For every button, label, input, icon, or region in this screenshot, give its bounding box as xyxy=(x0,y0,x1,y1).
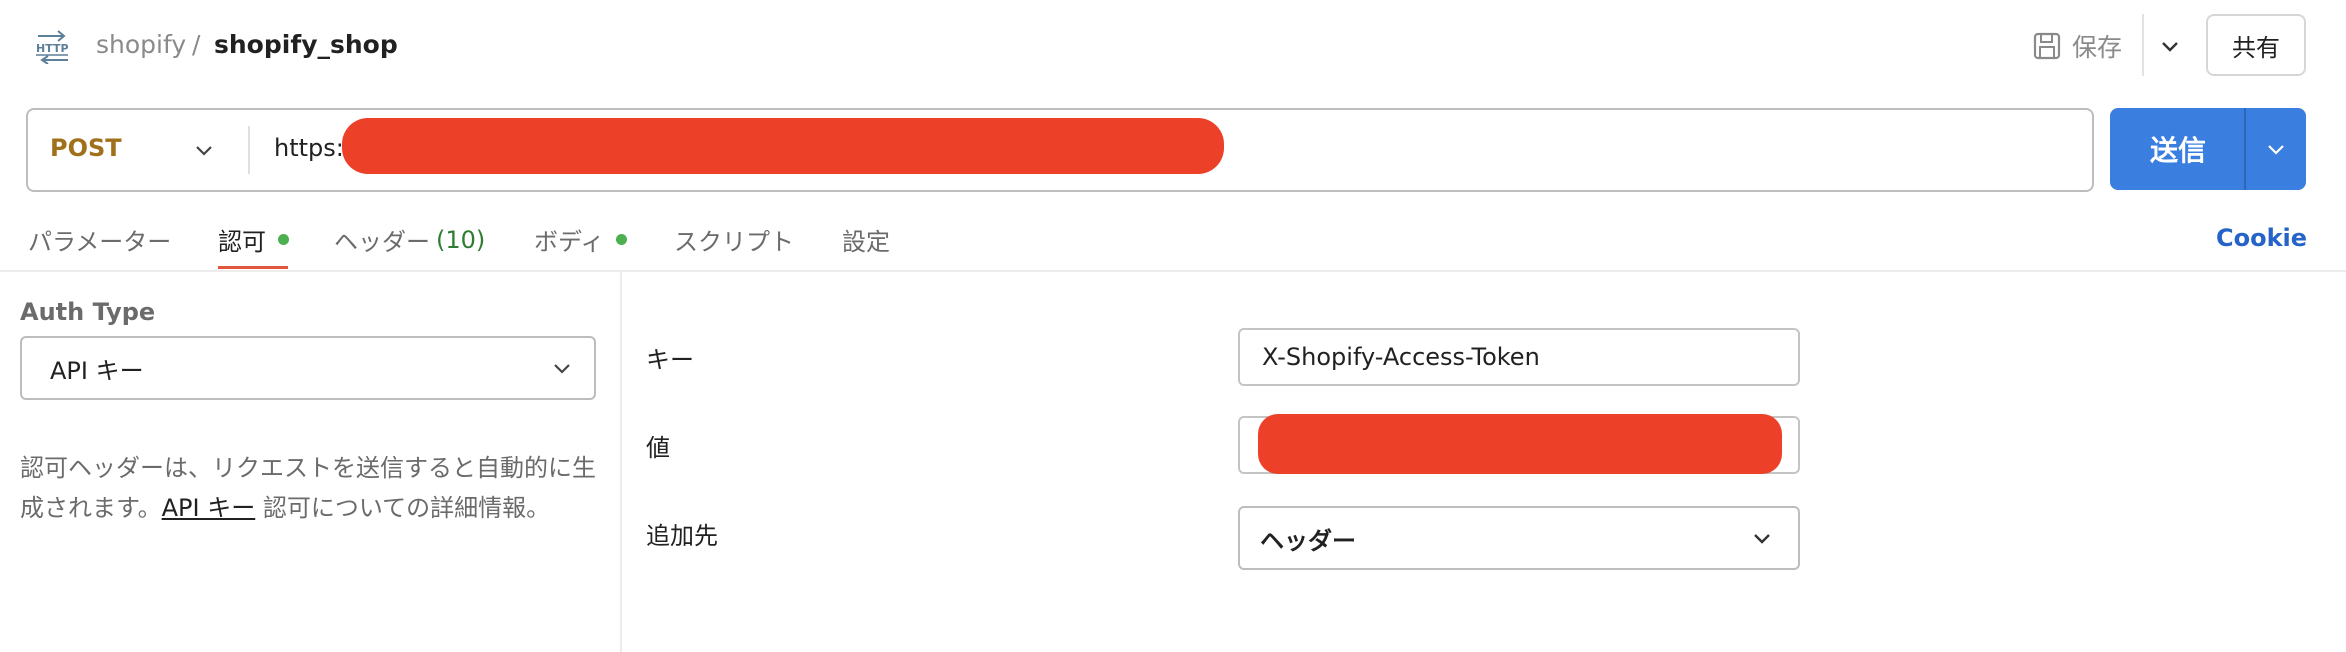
tab-auth[interactable]: 認可 xyxy=(218,222,289,257)
auth-type-value: API キー xyxy=(50,356,144,385)
method-select[interactable]: POST xyxy=(50,134,122,162)
auth-type-select[interactable]: API キー xyxy=(20,336,596,400)
breadcrumb-separator: / xyxy=(192,30,201,59)
url-redaction xyxy=(342,118,1224,174)
share-button[interactable]: 共有 xyxy=(2206,14,2306,76)
auth-type-label: Auth Type xyxy=(20,298,156,326)
auth-description-suffix: 認可についての詳細情報。 xyxy=(255,494,551,522)
tab-label: スクリプト xyxy=(674,228,794,256)
chevron-down-icon xyxy=(2162,42,2178,52)
tab-label: ボディ xyxy=(534,228,605,256)
tab-label: 設定 xyxy=(842,228,890,256)
breadcrumb-parent[interactable]: shopify xyxy=(96,30,186,59)
api-key-link[interactable]: API キー xyxy=(162,494,256,522)
url-input[interactable]: https: xyxy=(274,134,344,162)
tab-scripts[interactable]: スクリプト xyxy=(674,222,794,257)
panel-divider xyxy=(620,272,622,652)
status-dot xyxy=(278,234,289,245)
value-label: 値 xyxy=(646,434,670,462)
tabs-divider xyxy=(0,270,2346,272)
save-button[interactable]: 保存 xyxy=(2032,24,2122,68)
addto-value: ヘッダー xyxy=(1260,526,1356,555)
status-dot xyxy=(616,234,628,245)
tab-settings[interactable]: 設定 xyxy=(842,222,890,257)
key-value: X-Shopify-Access-Token xyxy=(1262,343,1540,371)
send-dropdown-button[interactable] xyxy=(2246,108,2306,190)
tab-label: ヘッダー xyxy=(334,228,430,256)
tab-count: (10) xyxy=(436,225,486,254)
key-label: キー xyxy=(646,346,694,374)
chevron-down-icon[interactable] xyxy=(1748,524,1776,552)
cookie-link[interactable]: Cookie xyxy=(2216,224,2307,252)
tab-label: パラメーター xyxy=(28,228,172,256)
tab-params[interactable]: パラメーター xyxy=(28,222,171,257)
save-dropdown-button[interactable] xyxy=(2152,24,2188,68)
addto-label: 追加先 xyxy=(646,522,718,550)
save-label: 保存 xyxy=(2072,33,2123,62)
save-divider xyxy=(2142,14,2144,76)
save-icon xyxy=(2033,32,2061,60)
auth-description: 認可ヘッダーは、リクエストを送信すると自動的に生成されます。API キー 認可に… xyxy=(20,448,610,528)
value-redaction xyxy=(1258,414,1782,474)
breadcrumb-current[interactable]: shopify_shop xyxy=(214,30,398,59)
active-tab-underline xyxy=(218,266,288,269)
method-divider xyxy=(248,126,250,174)
svg-text:HTTP: HTTP xyxy=(36,42,69,55)
tab-label: 認可 xyxy=(218,228,266,256)
chevron-down-icon xyxy=(2268,145,2284,155)
chevron-down-icon[interactable] xyxy=(548,354,576,382)
key-input[interactable]: X-Shopify-Access-Token xyxy=(1238,328,1800,386)
send-button[interactable]: 送信 xyxy=(2110,108,2246,190)
http-icon: HTTP xyxy=(36,30,69,64)
addto-select[interactable]: ヘッダー xyxy=(1238,506,1800,570)
tab-headers[interactable]: ヘッダー (10) xyxy=(334,222,485,257)
tab-body[interactable]: ボディ xyxy=(534,222,628,257)
chevron-down-icon[interactable] xyxy=(190,136,218,164)
